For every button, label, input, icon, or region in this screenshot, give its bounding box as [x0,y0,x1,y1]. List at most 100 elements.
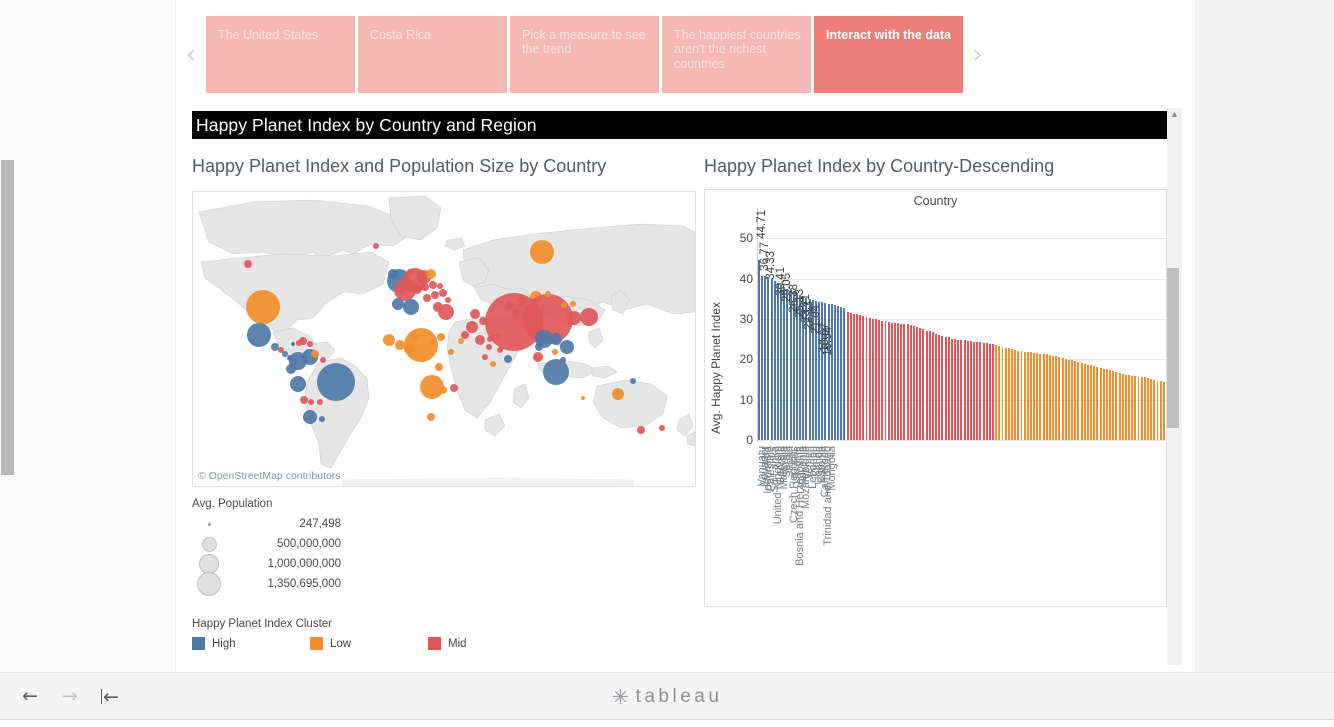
bar[interactable] [1140,377,1143,440]
map-bubble[interactable] [637,426,645,434]
bar[interactable] [950,338,953,440]
map-bubble[interactable] [461,331,469,339]
map-bubble[interactable] [437,333,445,341]
bar[interactable] [931,332,934,440]
story-tab-2[interactable]: Pick a measure to see the trend [510,15,659,93]
story-next-arrow-icon[interactable]: › [963,41,993,68]
bar[interactable] [1121,373,1124,440]
bar[interactable] [969,341,972,440]
bar[interactable] [954,339,957,440]
bar[interactable] [1017,350,1020,440]
bar[interactable] [1061,358,1064,440]
map-bubble[interactable] [290,376,306,392]
bar[interactable] [1011,349,1013,440]
bar[interactable] [890,322,893,440]
map-bubble[interactable] [429,281,437,289]
map-bubble[interactable] [490,361,496,367]
map-bubble[interactable] [435,363,443,371]
bar[interactable] [985,343,988,440]
map-bubble[interactable] [430,339,436,345]
bar[interactable] [875,318,877,440]
bar[interactable] [1080,362,1083,440]
bar[interactable] [897,323,900,440]
bar[interactable] [1052,355,1055,440]
bar[interactable] [1042,354,1045,440]
bar[interactable] [1093,366,1096,440]
bar[interactable] [773,281,776,440]
map-bubble[interactable] [450,384,458,392]
map-bubble[interactable] [411,333,419,341]
bar[interactable] [862,315,865,440]
map-bubble[interactable] [412,284,422,294]
bar[interactable] [830,304,833,440]
story-tab-4[interactable]: Interact with the data [814,15,963,93]
map-bubble[interactable] [246,290,280,324]
scroll-up-arrow-icon[interactable]: ▲ [1167,110,1182,119]
map-bubble[interactable] [448,349,454,355]
bar[interactable] [1115,371,1118,440]
bar[interactable] [833,305,836,440]
map-bubble[interactable] [437,283,443,289]
bar[interactable] [966,340,969,440]
bar[interactable] [783,287,786,440]
cluster-legend-item[interactable]: Mid [428,637,546,650]
bar[interactable] [1128,375,1130,440]
bar[interactable] [938,334,941,440]
bar[interactable] [767,276,770,440]
story-tab-1[interactable]: Costa Rica [358,15,507,93]
map-bubble[interactable] [543,359,569,385]
bar[interactable] [1067,359,1070,440]
map-bubble[interactable] [271,343,279,351]
bar[interactable] [963,340,966,440]
map-bubble[interactable] [308,399,314,405]
map-bubble[interactable] [659,425,665,431]
bar[interactable] [843,307,846,440]
bar[interactable] [1030,352,1032,440]
bar[interactable] [1071,360,1074,440]
map-bubble[interactable] [244,260,252,268]
bar[interactable] [1156,380,1159,440]
map-bubble[interactable] [535,343,543,351]
bar[interactable] [1020,351,1023,440]
bar[interactable] [928,331,931,440]
bar[interactable] [992,344,994,440]
bar[interactable] [776,283,779,440]
bar[interactable] [947,337,950,440]
bar[interactable] [758,259,760,440]
map-bubble[interactable] [466,321,478,333]
bar[interactable] [1124,374,1127,440]
bar[interactable] [1105,369,1108,440]
map-bubble[interactable] [550,333,562,345]
bar[interactable] [1048,355,1051,440]
map-bubble[interactable] [427,413,435,421]
bar[interactable] [998,345,1001,440]
map-bubble[interactable] [307,341,313,347]
bar[interactable] [960,339,963,440]
bar[interactable] [887,322,890,440]
bar[interactable] [852,314,855,440]
bar[interactable] [973,341,976,440]
bar[interactable] [1086,364,1089,440]
map-bubble[interactable] [439,289,447,297]
map-bubble[interactable] [404,328,438,362]
bar[interactable] [944,336,947,440]
map-bubble[interactable] [300,396,308,404]
bar-chart-scrollbar-thumb[interactable] [1167,268,1179,428]
bar[interactable] [909,324,912,440]
map-bubble[interactable] [580,308,598,326]
bar[interactable] [979,342,982,440]
map-bubble[interactable] [612,388,624,400]
bar[interactable] [1109,370,1112,440]
bar-chart-panel[interactable]: Country Avg. Happy Planet Index 0 10 20 30 4… [704,189,1167,607]
map-bubble[interactable] [421,283,429,291]
bar[interactable] [922,329,925,440]
bar[interactable] [878,319,881,440]
bar[interactable] [1147,378,1149,440]
bar[interactable] [1131,375,1134,440]
bar[interactable] [912,325,915,440]
bar[interactable] [859,314,862,440]
map-bubble[interactable] [395,340,405,350]
page-scrollbar-thumb[interactable] [1,160,14,475]
bar[interactable] [941,335,944,440]
bar[interactable] [1159,381,1162,440]
